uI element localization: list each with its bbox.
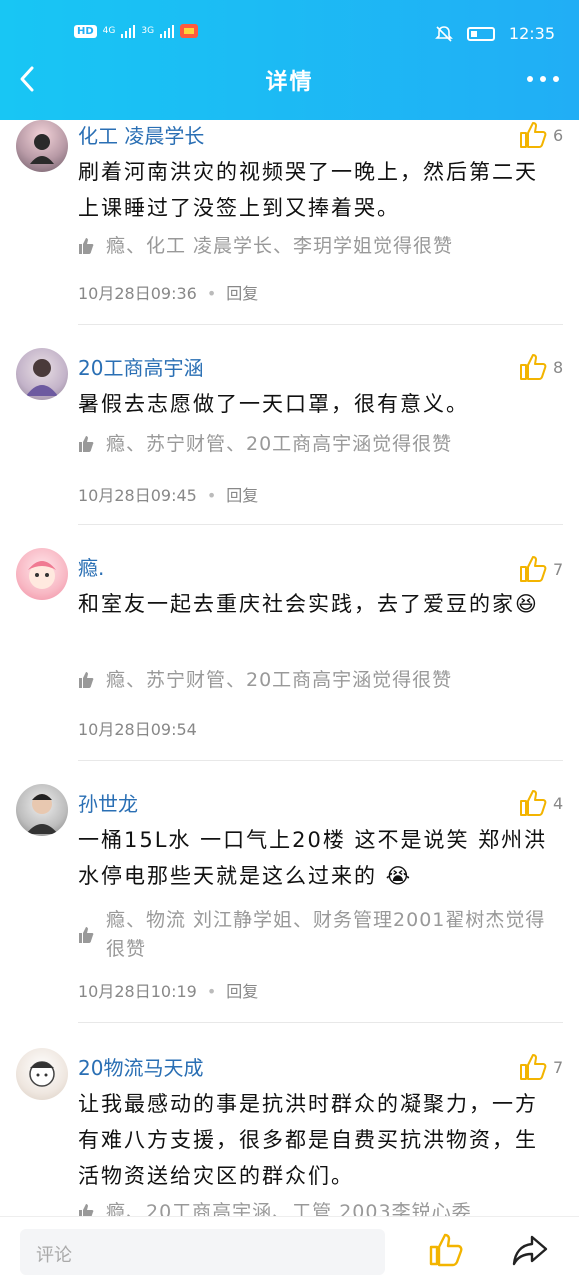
commenter-name[interactable]: 孙世龙: [78, 788, 138, 817]
page-title: 详情: [265, 70, 314, 95]
like-thumb-icon[interactable]: [518, 120, 548, 150]
comment-placeholder: 评论: [36, 1245, 72, 1266]
divider: [78, 760, 563, 761]
comment-time: 10月28日09:45: [78, 486, 197, 505]
reply-link[interactable]: 回复: [226, 284, 258, 303]
app-notification-icon: [180, 24, 199, 38]
likers-line: 瘾、20工商高宇涵、工管 2003李锐心委: [78, 1198, 548, 1216]
liked-thumb-icon: [79, 1204, 94, 1216]
comment-time: 10月28日09:54: [78, 720, 197, 739]
status-time: 12:35: [508, 24, 555, 43]
liked-thumb-icon: [79, 238, 94, 254]
likers-text: 瘾、苏宁财管、20工商高宇涵觉得很赞: [106, 433, 453, 455]
likers-text: 瘾、苏宁财管、20工商高宇涵觉得很赞: [106, 669, 453, 691]
commenter-name[interactable]: 瘾.: [78, 552, 104, 581]
signal-icon: [121, 24, 136, 38]
nav-bar: 详情: [0, 58, 579, 102]
comment-input[interactable]: 评论: [20, 1229, 385, 1275]
commenter-name[interactable]: 化工 凌晨学长: [78, 120, 204, 149]
comment-time: 10月28日10:19: [78, 982, 197, 1001]
like-count: 8: [553, 358, 564, 377]
reply-link[interactable]: 回复: [226, 486, 258, 505]
comment-text: 暑假去志愿做了一天口罩，很有意义。: [78, 392, 469, 416]
like-thumb-icon[interactable]: [518, 788, 548, 818]
comment-meta: 10月28日09:36 • 回复: [78, 284, 259, 303]
divider: [78, 524, 563, 525]
net-3g-label: 3G: [141, 26, 155, 36]
avatar[interactable]: [16, 348, 68, 400]
like-count: 7: [553, 1058, 564, 1077]
net-4g-label: 4G: [102, 26, 116, 36]
comment-time: 10月28日09:36: [78, 284, 197, 303]
liked-thumb-icon: [79, 927, 94, 943]
divider: [78, 324, 563, 325]
header-bar: HD 4G 3G 12:35 详情: [0, 0, 579, 120]
bottom-bar: 评论: [0, 1216, 579, 1287]
likers-text: 瘾、化工 凌晨学长、李玥学姐觉得很赞: [106, 235, 454, 257]
avatar[interactable]: [16, 120, 68, 172]
like-count: 4: [553, 794, 564, 813]
likers-text: 瘾、20工商高宇涵、工管 2003李锐心委: [106, 1201, 472, 1216]
avatar[interactable]: [16, 1048, 68, 1100]
divider: [78, 1022, 563, 1023]
liked-thumb-icon: [79, 436, 94, 452]
liked-thumb-icon: [79, 672, 94, 688]
like-button-icon[interactable]: [428, 1231, 464, 1267]
like-count: 7: [553, 560, 564, 579]
comment-text: 刷着河南洪灾的视频哭了一晚上，然后第二天上课睡过了没签上到又捧着哭。: [78, 160, 538, 220]
comment-meta: 10月28日10:19 • 回复: [78, 982, 259, 1001]
hd-icon: HD: [74, 24, 97, 38]
likers-line: 瘾、苏宁财管、20工商高宇涵觉得很赞: [78, 666, 548, 695]
like-thumb-icon[interactable]: [518, 352, 548, 382]
avatar[interactable]: [16, 784, 68, 836]
comment-text: 让我最感动的事是抗洪时群众的凝聚力，一方有难八方支援，很多都是自费买抗洪物资，生…: [78, 1092, 538, 1188]
comment-list: 化工 凌晨学长 6 刷着河南洪灾的视频哭了一晚上，然后第二天上课睡过了没签上到又…: [0, 120, 579, 1216]
mute-bell-icon: [434, 25, 453, 42]
comment-text: 一桶15L水 一口气上20楼 这不是说笑 郑州洪水停电那些天就是这么过来的 😭: [78, 828, 548, 888]
commenter-name[interactable]: 20工商高宇涵: [78, 352, 203, 381]
like-thumb-icon[interactable]: [518, 554, 548, 584]
like-thumb-icon[interactable]: [518, 1052, 548, 1082]
comment-text: 和室友一起去重庆社会实践，去了爱豆的家😆: [78, 592, 539, 616]
reply-link[interactable]: 回复: [226, 982, 258, 1001]
like-count: 6: [553, 126, 564, 145]
more-options-icon[interactable]: [527, 76, 559, 82]
status-bar: HD 4G 3G 12:35: [0, 20, 579, 50]
comment-meta: 10月28日09:45 • 回复: [78, 486, 259, 505]
likers-text: 瘾、物流 刘江静学姐、财务管理2001翟树杰觉得很赞: [106, 909, 546, 960]
likers-line: 瘾、苏宁财管、20工商高宇涵觉得很赞: [78, 430, 548, 459]
likers-line: 瘾、化工 凌晨学长、李玥学姐觉得很赞: [78, 232, 548, 261]
avatar[interactable]: [16, 548, 68, 600]
share-icon[interactable]: [512, 1233, 548, 1267]
commenter-name[interactable]: 20物流马天成: [78, 1052, 203, 1081]
likers-line: 瘾、物流 刘江静学姐、财务管理2001翟树杰觉得很赞: [78, 906, 548, 964]
battery-icon: [466, 26, 495, 41]
signal-icon-2: [160, 24, 175, 38]
comment-meta: 10月28日09:54: [78, 716, 197, 740]
